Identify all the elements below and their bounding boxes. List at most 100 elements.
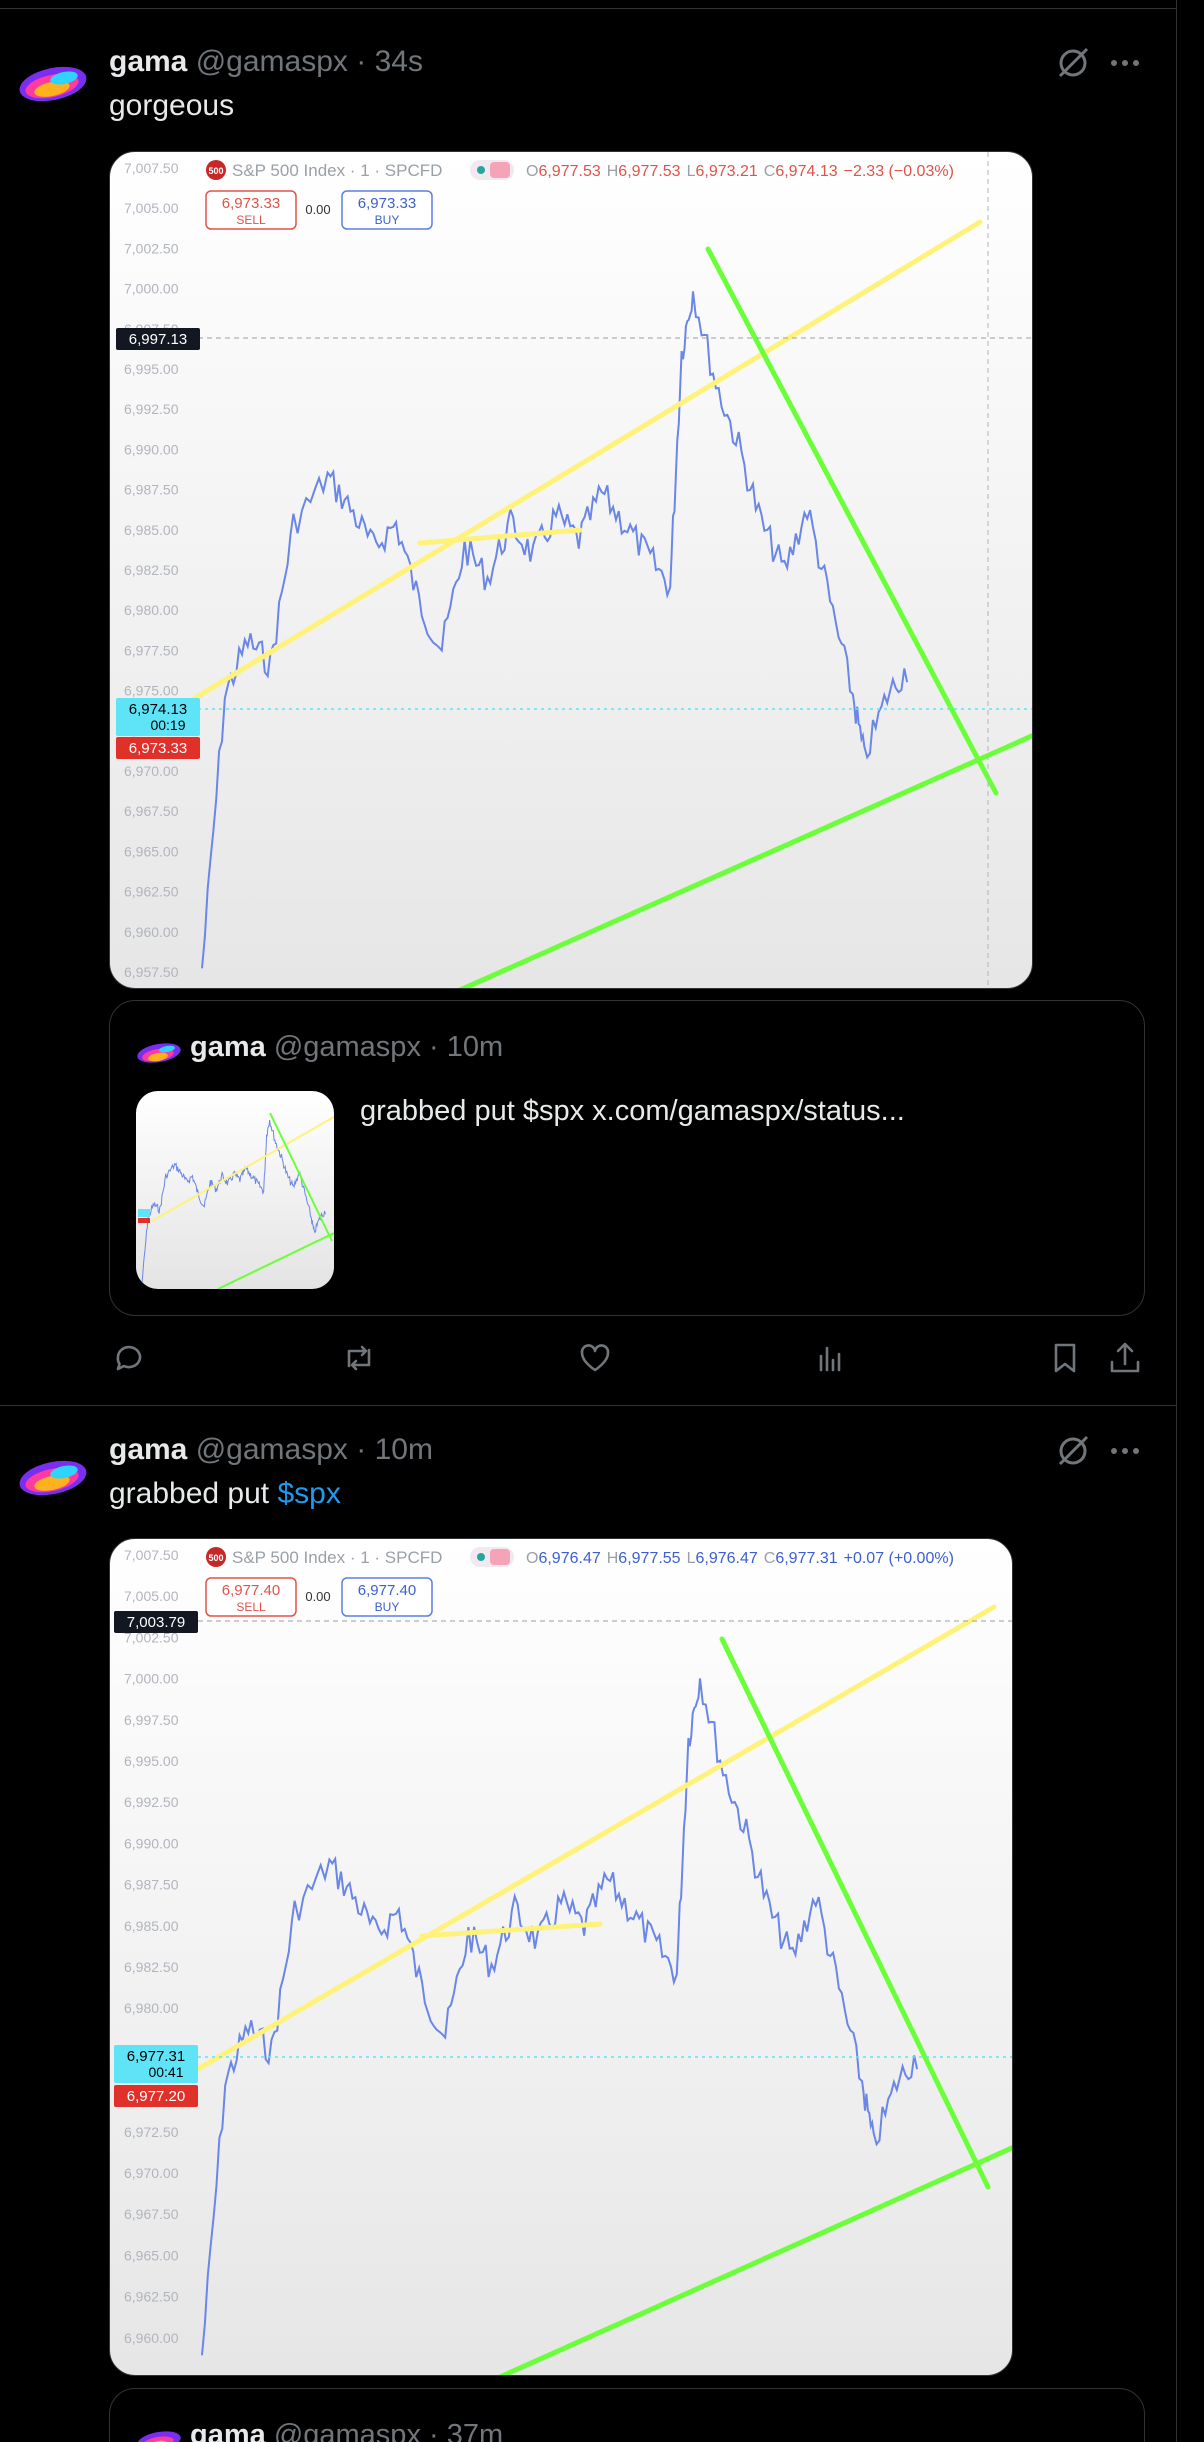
svg-text:6,973.33: 6,973.33 <box>358 195 416 212</box>
handle[interactable]: @gamaspx <box>196 1433 348 1466</box>
buy-button[interactable]: 6,973.33 BUY <box>341 190 433 230</box>
post-2[interactable]: gama @gamaspx · 10m grabbed put $spx 7,0… <box>0 1406 1176 2442</box>
price-tick-label: 6,967.50 <box>124 803 179 819</box>
price-axis: 7,007.507,005.007,002.507,000.006,997.50… <box>124 160 179 980</box>
price-tick-label: 6,967.50 <box>124 2206 179 2222</box>
price-tick-label: 6,965.00 <box>124 2247 179 2263</box>
price-chart: 7,007.507,005.007,002.507,000.006,997.50… <box>116 152 1032 988</box>
last-price-tag: 6,974.13 00:19 <box>116 698 200 736</box>
price-tick-label: 6,995.00 <box>124 1753 179 1769</box>
price-tick-label: 6,992.50 <box>124 1794 179 1810</box>
svg-text:BUY: BUY <box>375 213 400 227</box>
repost-icon[interactable] <box>341 1340 377 1376</box>
price-tick-label: 6,960.00 <box>124 2330 179 2346</box>
display-name[interactable]: gama <box>109 45 187 78</box>
trend-lines <box>182 219 1032 988</box>
price-tick-label: 6,962.50 <box>124 884 179 900</box>
price-tick-label: 7,000.00 <box>124 281 179 297</box>
svg-text:6,977.40: 6,977.40 <box>358 1582 416 1599</box>
symbol-label: S&P 500 Index · 1 · SPCFD <box>232 161 442 180</box>
price-tick-label: 7,000.00 <box>124 1671 179 1687</box>
price-tick-label: 6,995.00 <box>124 361 179 377</box>
price-tick-label: 6,980.00 <box>124 602 179 618</box>
svg-text:6,973.33: 6,973.33 <box>129 740 187 757</box>
spread-label: 0.00 <box>305 1589 330 1604</box>
more-icon[interactable] <box>1106 1432 1144 1470</box>
quote-chart-thumbnail[interactable] <box>136 1091 334 1289</box>
sell-button[interactable]: 6,977.40 SELL <box>205 1577 297 1617</box>
price-tick-label: 6,957.50 <box>124 964 179 980</box>
price-tick-label: 6,965.00 <box>124 843 179 859</box>
ohlc-readout: O6,977.53 H6,977.53 L6,973.21 C6,974.13 −2.3… <box>526 163 954 180</box>
chart-image[interactable]: 7,007.507,005.007,002.507,000.006,997.50… <box>109 151 1033 989</box>
cashtag-link[interactable]: $spx <box>277 1477 340 1510</box>
svg-text:6,977.31: 6,977.31 <box>127 2048 185 2065</box>
price-series <box>141 1120 326 1284</box>
timestamp[interactable]: 10m <box>375 1433 433 1466</box>
post-text: gorgeous <box>109 89 235 122</box>
bid-price-tag: 6,973.33 <box>116 737 200 759</box>
avatar[interactable] <box>12 40 94 122</box>
thumbnail-chart <box>138 1112 334 1289</box>
spread-label: 0.00 <box>305 202 330 217</box>
svg-text:6,973.33: 6,973.33 <box>222 195 280 212</box>
svg-text:6,974.13: 6,974.13 <box>129 701 187 718</box>
quote-text: grabbed put $spx x.com/gamaspx/status... <box>360 1095 905 1127</box>
quote-header: gama @gamaspx · 37m <box>190 2417 503 2442</box>
price-tick-label: 6,990.00 <box>124 1835 179 1851</box>
like-icon[interactable] <box>577 1340 613 1376</box>
views-icon[interactable] <box>813 1340 849 1376</box>
quote-timestamp: 10m <box>446 1031 504 1063</box>
grok-icon[interactable] <box>1054 1432 1092 1470</box>
sell-button[interactable]: 6,973.33 SELL <box>205 190 297 230</box>
price-tick-label: 6,985.00 <box>124 1918 179 1934</box>
handle[interactable]: @gamaspx <box>196 45 348 78</box>
grok-icon[interactable] <box>1054 44 1092 82</box>
price-chart: 7,007.507,005.007,002.507,000.006,997.50… <box>114 1547 1012 2375</box>
bid-price-tag: 6,977.20 <box>114 2085 198 2107</box>
svg-text:BUY: BUY <box>375 1600 400 1614</box>
svg-text:SELL: SELL <box>236 1600 266 1614</box>
svg-text:7,003.79: 7,003.79 <box>127 1614 185 1631</box>
display-name[interactable]: gama <box>109 1433 187 1466</box>
price-tick-label: 6,975.00 <box>124 683 179 699</box>
quoted-post[interactable]: gama @gamaspx · 10m grabbed put $spx x.c… <box>109 1000 1145 1316</box>
chart-image[interactable]: 7,007.507,005.007,002.507,000.006,997.50… <box>109 1538 1013 2376</box>
separator: · <box>356 45 367 78</box>
crosshair-price-tag: 7,003.79 <box>114 1611 198 1633</box>
reply-icon[interactable] <box>111 1340 147 1376</box>
svg-text:00:41: 00:41 <box>148 2064 183 2080</box>
price-tick-label: 7,007.50 <box>124 160 179 176</box>
price-tick-label: 6,980.00 <box>124 2000 179 2016</box>
bookmark-icon[interactable] <box>1047 1340 1083 1376</box>
price-tick-label: 6,970.00 <box>124 2165 179 2181</box>
svg-text:SELL: SELL <box>236 213 266 227</box>
price-tick-label: 7,007.50 <box>124 1547 179 1563</box>
price-tick-label: 6,962.50 <box>124 2289 179 2305</box>
more-icon[interactable] <box>1106 44 1144 82</box>
upper-yellow-trendline <box>182 219 983 707</box>
post-header: gama @gamaspx · 10m <box>109 1432 433 1468</box>
price-tick-label: 7,005.00 <box>124 1588 179 1604</box>
quoted-post-2[interactable]: gama @gamaspx · 37m <box>109 2388 1145 2442</box>
svg-text:6,977.40: 6,977.40 <box>222 1582 280 1599</box>
price-tick-label: 6,960.00 <box>124 924 179 940</box>
price-tick-label: 6,992.50 <box>124 401 179 417</box>
price-tick-label: 6,987.50 <box>124 1877 179 1893</box>
avatar[interactable] <box>12 1434 94 1516</box>
timestamp[interactable]: 34s <box>375 45 423 78</box>
action-bar <box>109 1340 1145 1382</box>
price-tick-label: 7,005.00 <box>124 200 179 216</box>
ohlc-readout: O6,976.47 H6,977.55 L6,976.47 C6,977.31 +0.0… <box>526 1550 954 1567</box>
svg-text:6,977.20: 6,977.20 <box>127 2088 185 2105</box>
quote-display-name: gama <box>190 1031 266 1063</box>
last-price-tag: 6,977.31 00:41 <box>114 2045 198 2083</box>
symbol-label: S&P 500 Index · 1 · SPCFD <box>232 1548 442 1567</box>
buy-button[interactable]: 6,977.40 BUY <box>341 1577 433 1617</box>
svg-text:6,997.13: 6,997.13 <box>129 331 187 348</box>
price-tick-label: 6,970.00 <box>124 763 179 779</box>
upper-yellow-trendline <box>195 1604 997 2072</box>
quote-timestamp: 37m <box>446 2419 504 2442</box>
share-icon[interactable] <box>1107 1340 1143 1376</box>
post-1[interactable]: gama @gamaspx · 34s gorgeous 7,007.50 7,0… <box>0 0 1176 1405</box>
